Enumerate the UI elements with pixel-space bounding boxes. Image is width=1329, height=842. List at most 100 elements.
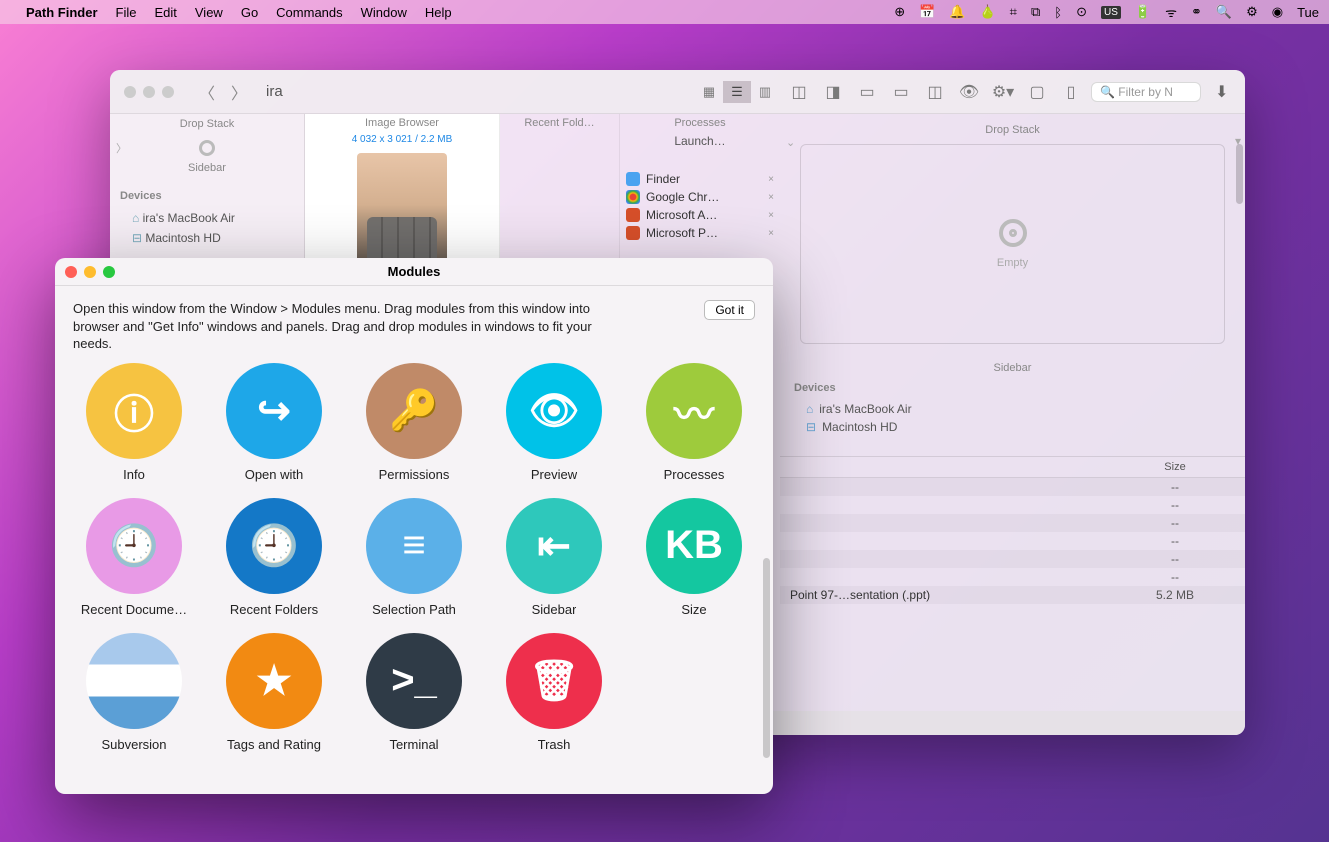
toolbar-button[interactable]: ▭ — [853, 81, 881, 103]
module-item[interactable]: ⇤Sidebar — [489, 498, 619, 617]
process-item[interactable]: Microsoft P…× — [620, 224, 780, 242]
scrollbar[interactable] — [1236, 144, 1243, 204]
spotlight-icon[interactable]: 🔍 — [1216, 4, 1232, 20]
app-name[interactable]: Path Finder — [26, 5, 98, 20]
table-row[interactable]: -- — [780, 550, 1245, 568]
table-header-size[interactable]: Size — [1105, 457, 1245, 477]
module-icon: 🔑 — [366, 363, 462, 459]
dropstack-target[interactable]: Empty — [800, 144, 1225, 344]
status-icon[interactable]: ⊙ — [1076, 4, 1087, 20]
bluetooth-icon[interactable]: ᛒ — [1054, 5, 1062, 20]
close-icon[interactable]: × — [768, 210, 774, 221]
siri-icon[interactable]: ◉ — [1272, 4, 1283, 20]
process-item[interactable]: Microsoft A…× — [620, 206, 780, 224]
module-label: Sidebar — [532, 602, 577, 617]
menu-view[interactable]: View — [195, 5, 223, 20]
sidebar-item-device[interactable]: ⊟Macintosh HD — [780, 418, 1245, 436]
filter-input[interactable]: 🔍 Filter by N — [1091, 82, 1201, 102]
sidebar-item-device[interactable]: ⊟ Macintosh HD — [110, 228, 304, 248]
expand-button[interactable]: 〉 — [116, 140, 127, 156]
module-item[interactable]: 👁Preview — [489, 363, 619, 482]
toolbar-button[interactable]: ▯ — [1057, 81, 1085, 103]
module-item[interactable]: Subversion — [69, 633, 199, 752]
list-view-button[interactable]: ☰ — [723, 81, 751, 103]
control-center-icon[interactable]: ⚙ — [1246, 4, 1258, 20]
close-icon[interactable] — [124, 86, 136, 98]
devices-header: Devices — [110, 184, 304, 208]
got-it-button[interactable]: Got it — [704, 300, 755, 320]
scrollbar[interactable] — [763, 558, 770, 758]
status-icon[interactable]: ⌗ — [1010, 4, 1017, 20]
image-dimensions: 4 032 x 3 021 / 2.2 MB — [305, 132, 499, 147]
download-button[interactable]: ⬇ — [1215, 82, 1231, 102]
table-row[interactable]: Point 97-…sentation (.ppt)5.2 MB — [780, 586, 1245, 604]
icon-view-button[interactable]: ▦ — [695, 81, 723, 103]
menu-commands[interactable]: Commands — [276, 5, 342, 20]
process-item[interactable]: Google Chr…× — [620, 188, 780, 206]
collapse-button[interactable]: ⌄ — [786, 136, 795, 149]
minimize-icon[interactable] — [143, 86, 155, 98]
module-label: Trash — [538, 737, 571, 752]
table-row[interactable]: -- — [780, 532, 1245, 550]
status-icon[interactable]: 📅 — [919, 4, 935, 20]
table-row[interactable]: -- — [780, 496, 1245, 514]
toolbar-button[interactable]: ▭ — [887, 81, 915, 103]
preview-button[interactable]: 👁 — [955, 81, 983, 103]
close-icon[interactable]: × — [768, 228, 774, 239]
titlebar: Modules — [55, 258, 773, 286]
close-icon[interactable] — [65, 266, 77, 278]
module-icon: 👁 — [506, 363, 602, 459]
dropbox-icon[interactable]: ⧉ — [1031, 4, 1040, 20]
menu-window[interactable]: Window — [361, 5, 407, 20]
wifi-icon[interactable]: ᯤ — [1165, 3, 1177, 21]
window-title: ira — [266, 83, 283, 100]
view-mode-group: ▦ ☰ ▥ — [695, 81, 779, 103]
module-item[interactable]: 🔑Permissions — [349, 363, 479, 482]
menu-edit[interactable]: Edit — [154, 5, 176, 20]
menu-go[interactable]: Go — [241, 5, 258, 20]
module-item[interactable]: 〰Processes — [629, 363, 759, 482]
zoom-icon[interactable] — [162, 86, 174, 98]
close-icon[interactable]: × — [768, 174, 774, 185]
status-icon[interactable]: ⊕ — [894, 4, 905, 20]
module-icon: 🕘 — [86, 498, 182, 594]
table-row[interactable]: -- — [780, 514, 1245, 532]
sidebar-item-device[interactable]: ⌂ ira's MacBook Air — [110, 208, 304, 228]
toolbar-button[interactable]: ◫ — [921, 81, 949, 103]
forward-button[interactable]: 〉 — [228, 81, 250, 103]
module-item[interactable]: ≡Selection Path — [349, 498, 479, 617]
module-item[interactable]: 🕘Recent Folders — [209, 498, 339, 617]
table-row[interactable]: -- — [780, 568, 1245, 586]
process-item[interactable]: Finder× — [620, 170, 780, 188]
table-header-name[interactable] — [780, 457, 1105, 477]
module-item[interactable]: ★Tags and Rating — [209, 633, 339, 752]
input-source-icon[interactable]: US — [1101, 6, 1121, 19]
toolbar-button[interactable]: ◫ — [785, 81, 813, 103]
module-item[interactable]: >_Terminal — [349, 633, 479, 752]
module-item[interactable]: ↪Open with — [209, 363, 339, 482]
status-icon[interactable]: 🔔 — [949, 4, 965, 20]
status-icon[interactable]: ⚭ — [1191, 4, 1202, 20]
back-button[interactable]: 〈 — [196, 81, 218, 103]
clock-day[interactable]: Tue — [1297, 5, 1319, 20]
menu-help[interactable]: Help — [425, 5, 452, 20]
minimize-icon[interactable] — [84, 266, 96, 278]
module-item[interactable]: ⓘInfo — [69, 363, 199, 482]
status-icon[interactable]: 🍐 — [979, 4, 995, 20]
toolbar-button[interactable]: ◨ — [819, 81, 847, 103]
dropstack-target[interactable] — [110, 134, 304, 162]
sidebar-item-device[interactable]: ⌂ira's MacBook Air — [780, 400, 1245, 418]
zoom-icon[interactable] — [103, 266, 115, 278]
column-view-button[interactable]: ▥ — [751, 81, 779, 103]
arrange-button[interactable]: ⚙▾ — [989, 81, 1017, 103]
module-item[interactable]: 🗑Trash — [489, 633, 619, 752]
toolbar-button[interactable]: ▢ — [1023, 81, 1051, 103]
table-row[interactable]: -- — [780, 478, 1245, 496]
window-title: Modules — [388, 264, 441, 279]
launch-button[interactable]: Launch…▾ — [620, 132, 780, 150]
close-icon[interactable]: × — [768, 192, 774, 203]
battery-icon[interactable]: 🔋 — [1135, 4, 1151, 20]
module-item[interactable]: KBSize — [629, 498, 759, 617]
module-item[interactable]: 🕘Recent Docume… — [69, 498, 199, 617]
menu-file[interactable]: File — [116, 5, 137, 20]
